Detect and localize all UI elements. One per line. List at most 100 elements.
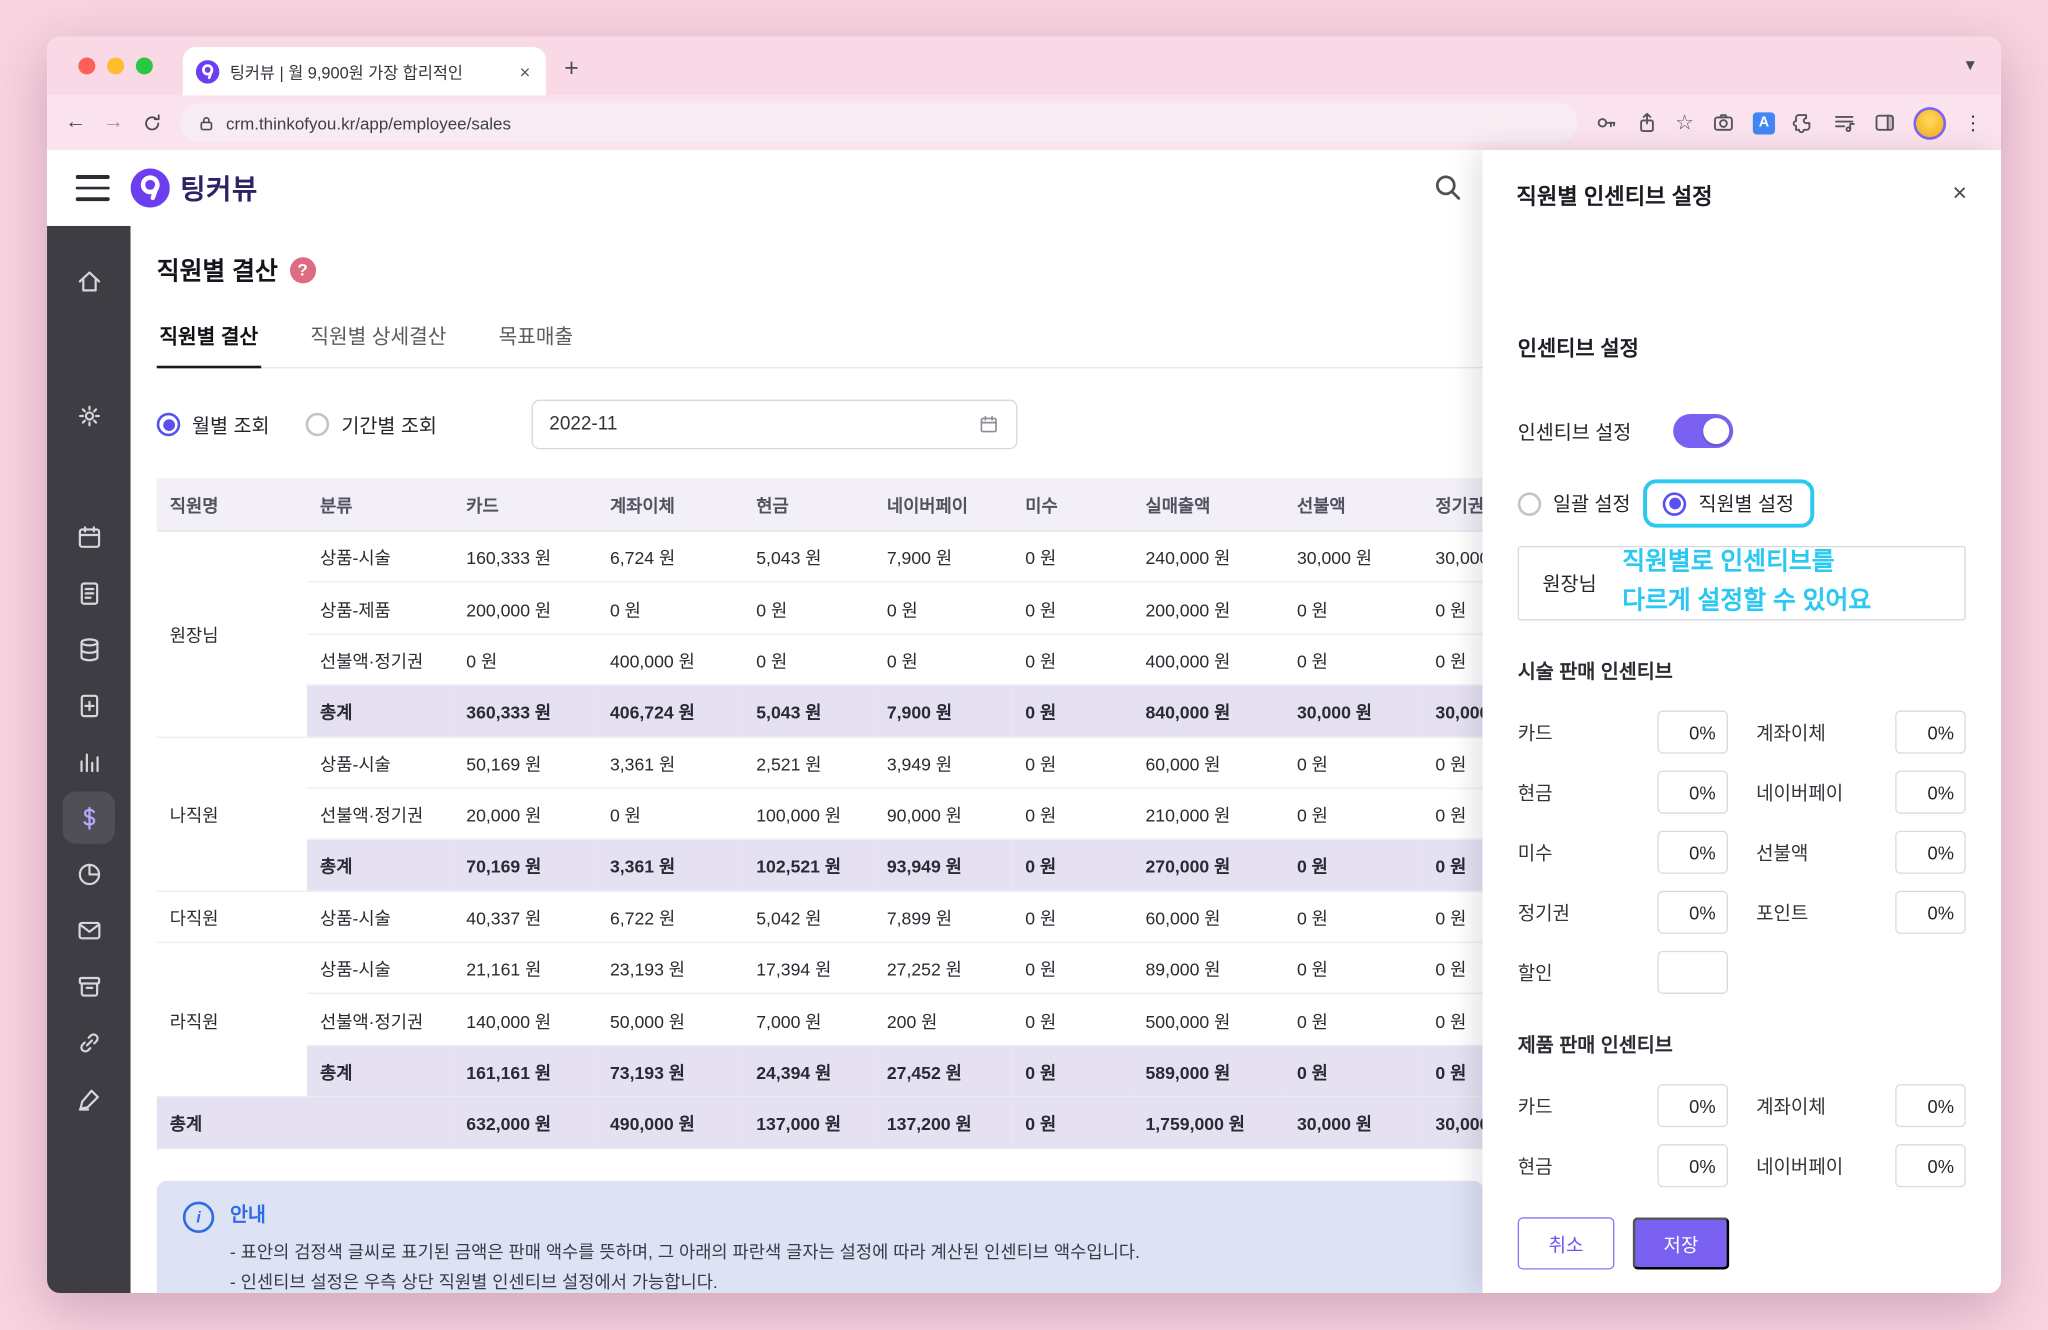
password-key-icon[interactable] xyxy=(1594,111,1618,135)
tab-title: 팅커뷰 | 월 9,900원 가장 합리적인 xyxy=(229,63,463,83)
save-button[interactable]: 저장 xyxy=(1632,1217,1730,1270)
month-picker-input[interactable]: 2022-11 xyxy=(530,399,1017,450)
surgery-field-2: 현금 xyxy=(1517,770,1728,814)
surgery-field-7: 포인트 xyxy=(1756,890,1966,934)
browser-menu-icon[interactable]: ⋮ xyxy=(1963,111,1983,134)
sidebar-item-signature[interactable] xyxy=(63,1072,115,1124)
incentive-toggle-label: 인센티브 설정 xyxy=(1517,421,1632,444)
sidebar-item-database[interactable] xyxy=(63,623,115,675)
browser-window: 팅커뷰 | 월 9,900원 가장 합리적인 × + ▾ ← → crm.thi… xyxy=(47,36,2001,1294)
tab-close-icon[interactable]: × xyxy=(517,61,533,82)
sidebar-item-archive[interactable] xyxy=(63,960,115,1012)
product-input-2[interactable] xyxy=(1656,1144,1728,1188)
reload-button[interactable] xyxy=(141,112,163,134)
app-logo[interactable]: 팅커뷰 xyxy=(130,168,258,208)
info-icon: i xyxy=(182,1200,215,1233)
translate-icon[interactable]: A xyxy=(1752,111,1776,134)
new-tab-button[interactable]: + xyxy=(564,55,579,84)
period-filter-radio[interactable]: 기간별 조회 xyxy=(306,411,437,438)
surgery-input-0[interactable] xyxy=(1656,710,1728,754)
amount-cell: 20,000 원 xyxy=(453,788,597,841)
surgery-input-2[interactable] xyxy=(1656,770,1728,814)
browser-tab[interactable]: 팅커뷰 | 월 9,900원 가장 합리적인 × xyxy=(182,47,546,96)
back-button[interactable]: ← xyxy=(65,111,86,135)
amount-cell: 0 원 xyxy=(1012,633,1133,686)
field-label: 미수 xyxy=(1517,843,1553,865)
brand-name: 팅커뷰 xyxy=(180,175,258,206)
amount-cell: 406,724 원 xyxy=(596,685,744,738)
forward-button[interactable]: → xyxy=(103,111,124,135)
sidebar-item-sales[interactable] xyxy=(62,791,115,844)
browser-toolbar: ← → crm.thinkofyou.kr/app/employee/sales xyxy=(47,95,2001,151)
amount-cell: 200,000 원 xyxy=(453,582,597,635)
amount-cell: 40,337 원 xyxy=(453,890,597,944)
signature-icon xyxy=(75,1085,102,1112)
product-input-1[interactable] xyxy=(1895,1084,1966,1128)
surgery-input-4[interactable] xyxy=(1656,830,1728,874)
amount-cell: 5,042 원 xyxy=(743,890,874,944)
column-header: 계좌이체 xyxy=(596,478,744,532)
amount-cell: 23,193 원 xyxy=(596,942,744,995)
tab-employee-detail-settlement[interactable]: 직원별 상세결산 xyxy=(308,308,449,367)
notice-line: - 표안의 검정색 글씨로 표기된 금액은 판매 액수를 뜻하며, 그 아래의 … xyxy=(229,1241,1140,1262)
radio-unselected-icon xyxy=(1517,491,1542,516)
minimize-window-button[interactable] xyxy=(107,57,125,75)
close-window-button[interactable] xyxy=(78,57,96,75)
employee-selector[interactable]: 원장님 직원별로 인센티브를 다르게 설정할 수 있어요 xyxy=(1517,545,1966,621)
surgery-input-5[interactable] xyxy=(1895,830,1966,874)
side-panel-icon[interactable] xyxy=(1873,111,1897,135)
field-label: 카드 xyxy=(1517,723,1553,745)
database-icon xyxy=(75,635,102,662)
product-input-3[interactable] xyxy=(1895,1144,1966,1188)
sidebar-item-calendar[interactable] xyxy=(63,511,115,563)
surgery-field-1: 계좌이체 xyxy=(1756,710,1966,754)
search-button[interactable] xyxy=(1433,172,1463,202)
sidebar-item-links[interactable] xyxy=(63,1016,115,1068)
zoom-window-button[interactable] xyxy=(135,57,153,75)
employee-name-cell: 다직원 xyxy=(156,890,307,944)
tab-employee-settlement[interactable]: 직원별 결산 xyxy=(156,308,261,369)
sidebar-item-documents[interactable] xyxy=(63,567,115,619)
surgery-field-5: 선불액 xyxy=(1756,830,1966,874)
category-cell: 총계 xyxy=(306,839,454,892)
sidebar-item-messages[interactable] xyxy=(63,904,115,956)
sidebar-item-home[interactable] xyxy=(63,255,115,307)
help-icon[interactable]: ? xyxy=(289,256,316,283)
field-label: 현금 xyxy=(1517,783,1553,805)
extensions-icon[interactable] xyxy=(1792,111,1816,135)
tab-target-sales[interactable]: 목표매출 xyxy=(496,308,576,367)
surgery-input-6[interactable] xyxy=(1656,890,1728,934)
tab-search-chevron-icon[interactable]: ▾ xyxy=(1966,54,1975,76)
surgery-input-7[interactable] xyxy=(1895,890,1966,934)
amount-cell: 0 원 xyxy=(1012,685,1133,738)
hamburger-menu-icon[interactable] xyxy=(75,175,110,201)
monthly-filter-radio[interactable]: 월별 조회 xyxy=(156,411,270,438)
field-label: 네이버페이 xyxy=(1756,1157,1844,1179)
sidebar-item-add-document[interactable] xyxy=(63,679,115,731)
amount-cell: 7,000 원 xyxy=(743,993,874,1046)
surgery-input-1[interactable] xyxy=(1895,710,1966,754)
profile-avatar[interactable] xyxy=(1913,106,1947,140)
camera-icon[interactable] xyxy=(1711,111,1736,135)
share-icon[interactable] xyxy=(1635,111,1659,135)
url-bar[interactable]: crm.thinkofyou.kr/app/employee/sales xyxy=(180,103,1578,143)
bookmark-star-icon[interactable]: ☆ xyxy=(1675,110,1694,136)
sidebar-item-reports[interactable] xyxy=(63,848,115,900)
surgery-input-8[interactable] xyxy=(1656,950,1728,994)
sidebar-item-settings[interactable] xyxy=(63,389,115,441)
playlist-icon[interactable] xyxy=(1832,111,1856,135)
incentive-toggle[interactable] xyxy=(1673,414,1734,448)
month-picker-value: 2022-11 xyxy=(549,414,618,435)
individual-setting-radio[interactable]: 직원별 설정 xyxy=(1643,479,1814,528)
amount-cell: 0 원 xyxy=(1012,890,1133,944)
panel-close-icon[interactable]: × xyxy=(1953,180,1968,209)
employee-name-cell: 총계 xyxy=(156,1096,307,1149)
sidebar-item-statistics[interactable] xyxy=(63,735,115,787)
cancel-button[interactable]: 취소 xyxy=(1517,1217,1615,1270)
bulk-setting-radio[interactable]: 일괄 설정 xyxy=(1517,490,1631,517)
amount-cell: 30,000 원 xyxy=(1283,1096,1423,1149)
amount-cell: 0 원 xyxy=(1283,1045,1423,1098)
product-input-0[interactable] xyxy=(1656,1084,1728,1128)
url-text: crm.thinkofyou.kr/app/employee/sales xyxy=(225,112,511,133)
surgery-input-3[interactable] xyxy=(1895,770,1966,814)
